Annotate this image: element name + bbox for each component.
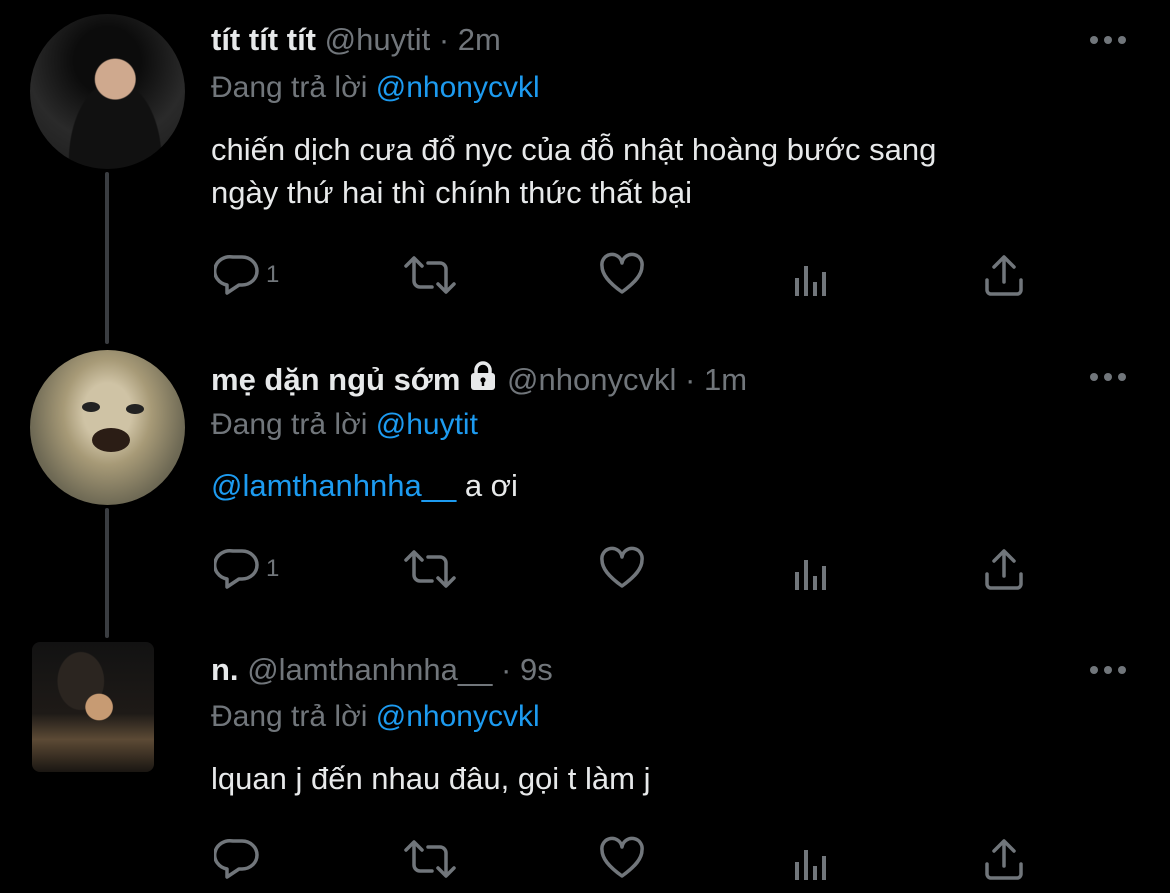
replying-to: Đang trả lời @nhonycvkl (211, 700, 540, 734)
reply-count: 1 (266, 261, 280, 288)
retweet-button[interactable] (402, 544, 458, 594)
more-icon[interactable] (1087, 30, 1129, 50)
mention-link[interactable]: @lamthanhnha__ (211, 468, 456, 503)
replying-to-label: Đang trả lời (211, 408, 368, 441)
share-button[interactable] (982, 834, 1026, 884)
tweet-header: mẹ dặn ngủ sớm @nhonycvkl · 1m (211, 360, 747, 398)
reply-icon (214, 838, 259, 879)
replying-to: Đang trả lời @huytit (211, 408, 478, 442)
reply-count: 1 (266, 555, 280, 582)
tweet-text: chiến dịch cưa đổ nyc của đỗ nhật hoàng … (211, 128, 936, 214)
share-icon (985, 255, 1023, 296)
separator: · (438, 22, 450, 57)
reply-icon (214, 548, 259, 589)
share-icon (985, 549, 1023, 590)
tweet-text-line: chiến dịch cưa đổ nyc của đỗ nhật hoàng … (211, 132, 937, 167)
avatar[interactable] (30, 350, 185, 505)
avatar[interactable] (30, 14, 185, 169)
retweet-icon (404, 840, 456, 878)
like-button[interactable] (598, 544, 646, 594)
reply-button[interactable]: 1 (214, 544, 279, 594)
tweet[interactable]: tít tít tít @huytit · 2m Đang trả lời @n… (0, 0, 1170, 330)
share-icon (985, 839, 1023, 880)
share-button[interactable] (982, 250, 1026, 300)
like-button[interactable] (598, 834, 646, 884)
analytics-button[interactable] (792, 548, 834, 598)
analytics-icon (795, 560, 826, 590)
analytics-button[interactable] (792, 838, 834, 888)
retweet-icon (404, 256, 456, 294)
timestamp[interactable]: 2m (458, 22, 501, 57)
reply-handle-link[interactable]: @nhonycvkl (376, 700, 540, 733)
analytics-icon (795, 850, 826, 880)
replying-to-label: Đang trả lời (211, 71, 368, 104)
analytics-button[interactable] (792, 254, 834, 304)
tweet-header: n. @lamthanhnha__ · 9s (211, 652, 553, 688)
tweet-text-rest: a ơi (456, 468, 518, 503)
timestamp[interactable]: 1m (704, 362, 747, 397)
timestamp[interactable]: 9s (520, 652, 553, 687)
analytics-icon (795, 266, 826, 296)
reply-handle-link[interactable]: @nhonycvkl (376, 71, 540, 104)
display-name[interactable]: mẹ dặn ngủ sớm (211, 362, 460, 397)
like-icon (600, 252, 644, 294)
display-name[interactable]: n. (211, 652, 239, 687)
tweet-text: lquan j đến nhau đâu, gọi t làm j (211, 761, 651, 796)
retweet-button[interactable] (402, 250, 458, 300)
lock-icon (471, 361, 496, 390)
reply-button[interactable]: 1 (214, 250, 279, 300)
like-icon (600, 836, 644, 878)
like-icon (600, 546, 644, 588)
handle[interactable]: @huytit (325, 22, 431, 57)
more-icon[interactable] (1087, 367, 1129, 387)
retweet-icon (404, 550, 456, 588)
handle[interactable]: @lamthanhnha__ (247, 652, 492, 687)
tweet[interactable]: n. @lamthanhnha__ · 9s Đang trả lời @nho… (0, 630, 1170, 893)
replying-to-label: Đang trả lời (211, 700, 368, 733)
share-button[interactable] (982, 544, 1026, 594)
reply-icon (214, 254, 259, 295)
handle[interactable]: @nhonycvkl (507, 362, 676, 397)
retweet-button[interactable] (402, 834, 458, 884)
reply-button[interactable] (214, 834, 266, 884)
separator: · (501, 652, 512, 687)
tweet[interactable]: mẹ dặn ngủ sớm @nhonycvkl · 1m Đang trả … (0, 330, 1170, 630)
like-button[interactable] (598, 250, 646, 300)
tweet-text-line: ngày thứ hai thì chính thức thất bại (211, 175, 692, 210)
reply-handle-link[interactable]: @huytit (376, 408, 478, 441)
replying-to: Đang trả lời @nhonycvkl (211, 71, 540, 105)
more-icon[interactable] (1087, 660, 1129, 680)
separator: · (685, 362, 696, 397)
tweet-text: @lamthanhnha__ a ơi (211, 464, 518, 507)
avatar[interactable] (32, 642, 154, 772)
display-name[interactable]: tít tít tít (211, 22, 316, 57)
tweet-header: tít tít tít @huytit · 2m (211, 22, 501, 58)
